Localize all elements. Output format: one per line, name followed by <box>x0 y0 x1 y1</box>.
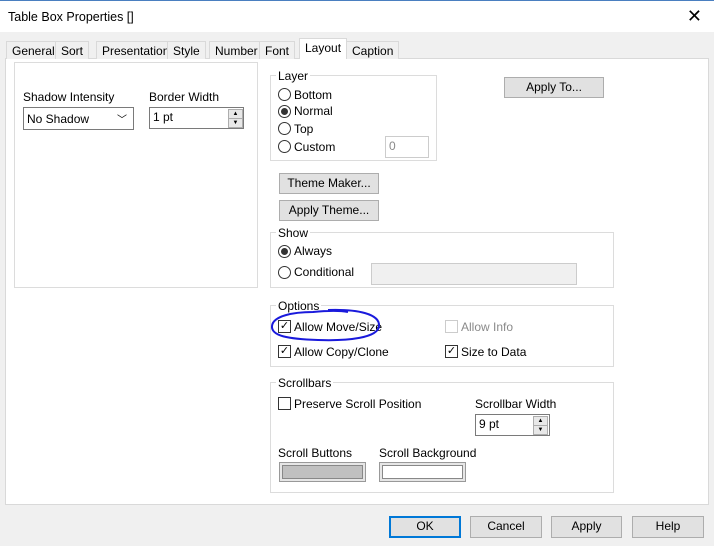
preserve-scroll-checkbox[interactable] <box>278 397 291 410</box>
tab-presentation[interactable]: Presentation <box>96 41 176 59</box>
radio-conditional-label: Conditional <box>294 265 355 279</box>
radio-custom-label: Custom <box>294 140 336 154</box>
shadow-intensity-label: Shadow Intensity <box>23 90 115 104</box>
radio-normal-label: Normal <box>294 104 333 118</box>
tab-layout[interactable]: Layout <box>299 38 348 59</box>
radio-always-label: Always <box>294 244 333 258</box>
tab-label: Layout <box>305 41 342 55</box>
spin-down-button[interactable]: ▼ <box>533 425 548 435</box>
tab-sort[interactable]: Sort <box>55 41 90 59</box>
scrollbars-title: Scrollbars <box>276 376 334 390</box>
apply-to-button[interactable]: Apply To... <box>504 77 604 98</box>
apply-button[interactable]: Apply <box>551 516 622 538</box>
close-icon[interactable]: ✕ <box>687 6 702 27</box>
tab-label: Font <box>265 44 290 58</box>
tab-font[interactable]: Font <box>259 41 296 59</box>
radio-top-label: Top <box>294 122 314 136</box>
radio-normal[interactable] <box>278 105 291 118</box>
radio-bottom-label: Bottom <box>294 88 333 102</box>
window-title: Table Box Properties [] <box>8 10 134 24</box>
help-button[interactable]: Help <box>632 516 704 538</box>
border-width-label: Border Width <box>149 90 220 104</box>
scrollbar-width-value: 9 pt <box>479 417 500 431</box>
radio-bottom[interactable] <box>278 88 291 101</box>
title-bar: Table Box Properties [] ✕ <box>0 0 714 32</box>
custom-layer-input[interactable]: 0 <box>385 136 429 158</box>
tab-label: Caption <box>352 44 394 58</box>
tab-label: General <box>12 44 55 58</box>
allow-info-checkbox[interactable] <box>445 320 458 333</box>
size-to-data-label: Size to Data <box>461 345 527 359</box>
cancel-button[interactable]: Cancel <box>470 516 542 538</box>
show-title: Show <box>276 226 311 240</box>
radio-top[interactable] <box>278 122 291 135</box>
border-value: 1 pt <box>153 110 174 124</box>
spin-down-button[interactable]: ▼ <box>228 118 243 128</box>
scroll-background-label: Scroll Background <box>379 446 477 460</box>
theme-maker-button[interactable]: Theme Maker... <box>279 173 379 194</box>
preserve-scroll-label: Preserve Scroll Position <box>294 397 422 411</box>
annotation-circle <box>271 308 380 342</box>
radio-conditional[interactable] <box>278 266 291 279</box>
ok-button[interactable]: OK <box>389 516 461 538</box>
scroll-background-color[interactable] <box>379 462 466 482</box>
allow-info-label: Allow Info <box>461 320 514 334</box>
shadow-value: No Shadow <box>27 112 90 126</box>
chevron-down-icon: ﹀ <box>117 115 127 126</box>
tab-style[interactable]: Style <box>167 41 206 59</box>
tab-label: Sort <box>61 44 84 58</box>
radio-always[interactable] <box>278 245 291 258</box>
tab-label: Number <box>215 44 258 58</box>
tab-number[interactable]: Number <box>209 41 264 59</box>
tab-label: Presentation <box>102 44 170 58</box>
apply-theme-button[interactable]: Apply Theme... <box>279 200 379 221</box>
size-to-data-checkbox[interactable]: ✓ <box>445 345 458 358</box>
shadow-intensity-select[interactable]: No Shadow ﹀ <box>23 107 134 130</box>
condition-input[interactable] <box>371 263 577 285</box>
tab-general[interactable]: General <box>6 41 61 59</box>
scrollbar-width-label: Scrollbar Width <box>475 397 557 411</box>
allow-copy-clone-checkbox[interactable]: ✓ <box>278 345 291 358</box>
tab-caption[interactable]: Caption <box>346 41 400 59</box>
layer-title: Layer <box>276 69 311 83</box>
scroll-buttons-label: Scroll Buttons <box>278 446 353 460</box>
custom-value: 0 <box>389 139 396 153</box>
allow-copy-clone-label: Allow Copy/Clone <box>294 345 389 359</box>
scroll-buttons-color[interactable] <box>279 462 366 482</box>
tab-label: Style <box>173 44 200 58</box>
radio-custom[interactable] <box>278 140 291 153</box>
